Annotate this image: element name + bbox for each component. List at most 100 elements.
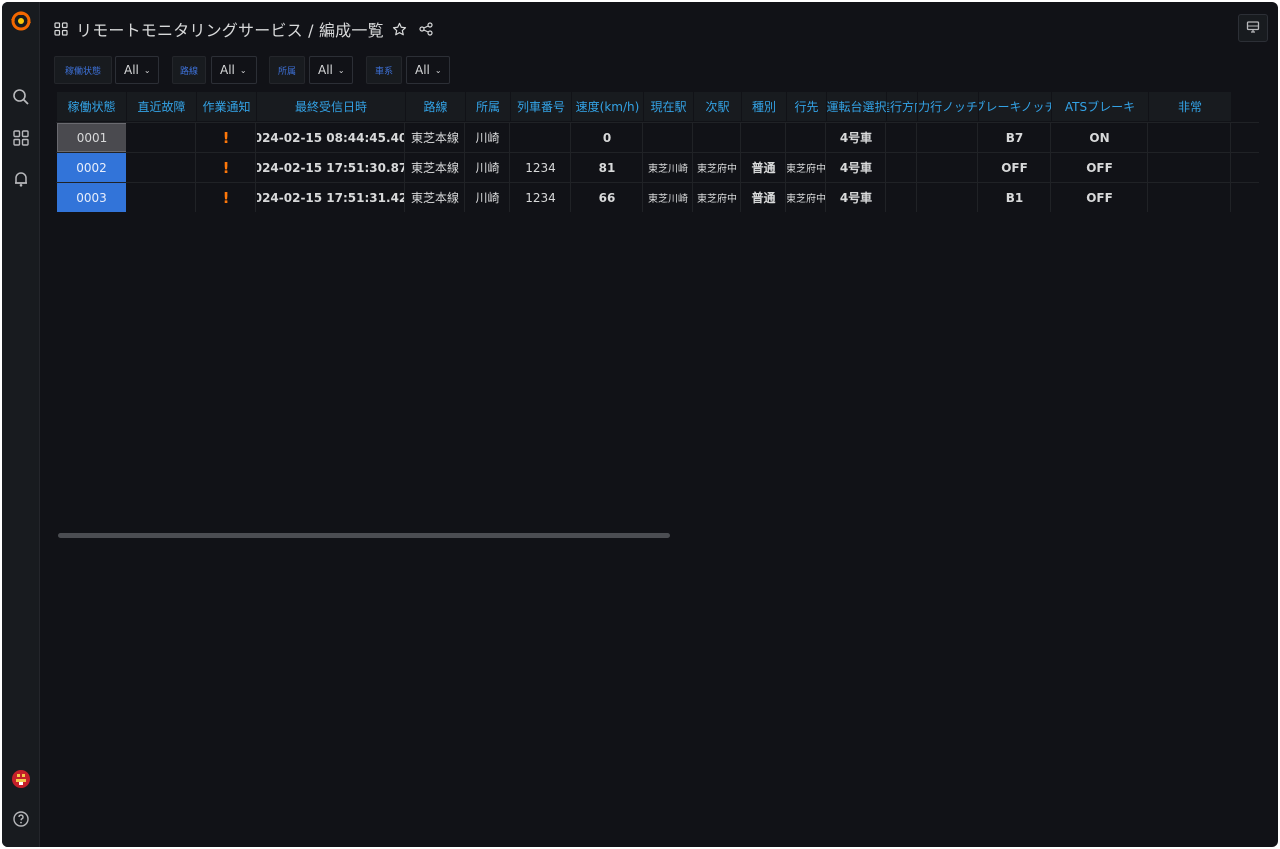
work-notice-cell: !	[197, 183, 256, 212]
hdr-brake-notch[interactable]: ブレーキノッチ	[979, 92, 1051, 121]
hdr-work-notice[interactable]: 作業通知	[197, 92, 256, 121]
power-notch-cell	[918, 123, 978, 152]
user-avatar-icon[interactable]	[10, 768, 32, 790]
current-station-cell: 東芝川崎	[644, 183, 693, 212]
current-station-cell: 東芝川崎	[644, 153, 693, 182]
depot-cell: 川崎	[466, 153, 510, 182]
speed-cell: 81	[572, 153, 643, 182]
train-type-cell	[742, 123, 786, 152]
status-cell[interactable]: 0001	[57, 123, 126, 152]
hdr-speed[interactable]: 速度(km/h)	[572, 92, 643, 121]
variable-select-depot[interactable]: All ⌄	[309, 56, 353, 84]
speed-cell: 66	[572, 183, 643, 212]
hdr-recent-fault[interactable]: 直近故障	[127, 92, 196, 121]
variable-value: All	[220, 63, 235, 77]
grafana-logo-icon[interactable]	[10, 10, 32, 32]
recent-fault-cell	[127, 123, 196, 152]
hdr-ats-brake[interactable]: ATSブレーキ	[1052, 92, 1148, 121]
direction-cell	[887, 183, 917, 212]
hdr-line[interactable]: 路線	[406, 92, 465, 121]
status-cell[interactable]: 0002	[57, 153, 126, 182]
power-notch-cell	[918, 153, 978, 182]
train-number-cell	[511, 123, 571, 152]
variable-label-line: 路線	[172, 56, 206, 84]
brake-notch-cell: B7	[979, 123, 1051, 152]
horizontal-scrollbar[interactable]	[58, 533, 670, 538]
ats-brake-cell: OFF	[1052, 153, 1148, 182]
line-cell: 東芝本線	[406, 153, 465, 182]
variable-select-series[interactable]: All ⌄	[406, 56, 450, 84]
last-received-cell: 2024-02-15 17:51:30.871	[257, 153, 405, 182]
dashboard-area: リモートモニタリングサービス / 編成一覧 稼働状態 All ⌄ 路線 All ⌄ …	[40, 2, 1278, 847]
chevron-down-icon: ⌄	[337, 65, 345, 75]
help-icon[interactable]	[10, 808, 32, 830]
share-icon[interactable]	[419, 22, 433, 36]
variable-select-status[interactable]: All ⌄	[115, 56, 159, 84]
brake-notch-cell: B1	[979, 183, 1051, 212]
hdr-current-station[interactable]: 現在駅	[644, 92, 693, 121]
speed-cell: 0	[572, 123, 643, 152]
variable-select-line[interactable]: All ⌄	[211, 56, 257, 84]
bell-icon[interactable]	[10, 168, 32, 190]
star-icon[interactable]	[392, 22, 407, 37]
hdr-next-station[interactable]: 次駅	[694, 92, 741, 121]
chevron-down-icon: ⌄	[239, 65, 247, 75]
dashboards-grid-icon[interactable]	[10, 127, 32, 149]
recent-fault-cell	[127, 183, 196, 212]
search-icon[interactable]	[10, 86, 32, 108]
tv-mode-icon	[1246, 19, 1260, 38]
dashboard-header: リモートモニタリングサービス / 編成一覧	[54, 16, 433, 42]
variable-label-series: 車系	[366, 56, 402, 84]
ats-brake-cell: OFF	[1052, 183, 1148, 212]
power-notch-cell	[918, 183, 978, 212]
hdr-direction[interactable]: 進行方向	[887, 92, 917, 121]
cab-select-cell: 4号車	[827, 183, 886, 212]
last-received-cell: 2024-02-15 08:44:45.409	[257, 123, 405, 152]
app-window: リモートモニタリングサービス / 編成一覧 稼働状態 All ⌄ 路線 All ⌄ …	[2, 2, 1278, 847]
next-station-cell: 東芝府中	[694, 153, 741, 182]
variable-label-status: 稼働状態	[54, 56, 112, 84]
chevron-down-icon: ⌄	[434, 65, 442, 75]
emergency-cell	[1149, 183, 1231, 212]
fleet-table: 稼働状態 直近故障 作業通知 最終受信日時 路線 所属 列車番号 速度(km/h) 現在駅 次駅種…	[56, 92, 1259, 214]
variable-value: All	[318, 63, 333, 77]
variable-value: All	[415, 63, 430, 77]
dashboards-grid-icon	[54, 22, 68, 36]
hdr-type[interactable]: 種別	[742, 92, 786, 121]
hdr-power-notch[interactable]: 力行ノッチ	[918, 92, 978, 121]
last-received-cell: 2024-02-15 17:51:31.426	[257, 183, 405, 212]
hdr-destination[interactable]: 行先	[787, 92, 826, 121]
depot-cell: 川崎	[466, 123, 510, 152]
hdr-last-received[interactable]: 最終受信日時	[257, 92, 405, 121]
chevron-down-icon: ⌄	[143, 65, 151, 75]
hdr-train-number[interactable]: 列車番号	[511, 92, 571, 121]
train-type-cell: 普通	[742, 153, 786, 182]
train-number-cell: 1234	[511, 183, 571, 212]
direction-cell	[887, 123, 917, 152]
cab-select-cell: 4号車	[827, 123, 886, 152]
status-cell[interactable]: 0003	[57, 183, 126, 212]
work-notice-cell: !	[197, 153, 256, 182]
line-cell: 東芝本線	[406, 183, 465, 212]
hdr-depot[interactable]: 所属	[466, 92, 510, 121]
depot-cell: 川崎	[466, 183, 510, 212]
variable-value: All	[124, 63, 139, 77]
hdr-status[interactable]: 稼働状態	[57, 92, 126, 121]
emergency-cell	[1149, 153, 1231, 182]
recent-fault-cell	[127, 153, 196, 182]
side-navigation	[2, 2, 40, 847]
line-cell: 東芝本線	[406, 123, 465, 152]
train-number-cell: 1234	[511, 153, 571, 182]
destination-cell: 東芝府中	[787, 183, 826, 212]
next-station-cell	[694, 123, 741, 152]
tv-mode-button[interactable]	[1238, 14, 1268, 42]
destination-cell: 東芝府中	[787, 153, 826, 182]
hdr-emergency[interactable]: 非常	[1149, 92, 1231, 121]
variable-label-depot: 所属	[269, 56, 305, 84]
hdr-cab-select[interactable]: 運転台選択	[827, 92, 886, 121]
page-title[interactable]: リモートモニタリングサービス / 編成一覧	[76, 17, 384, 41]
direction-cell	[887, 153, 917, 182]
cab-select-cell: 4号車	[827, 153, 886, 182]
ats-brake-cell: ON	[1052, 123, 1148, 152]
current-station-cell	[644, 123, 693, 152]
